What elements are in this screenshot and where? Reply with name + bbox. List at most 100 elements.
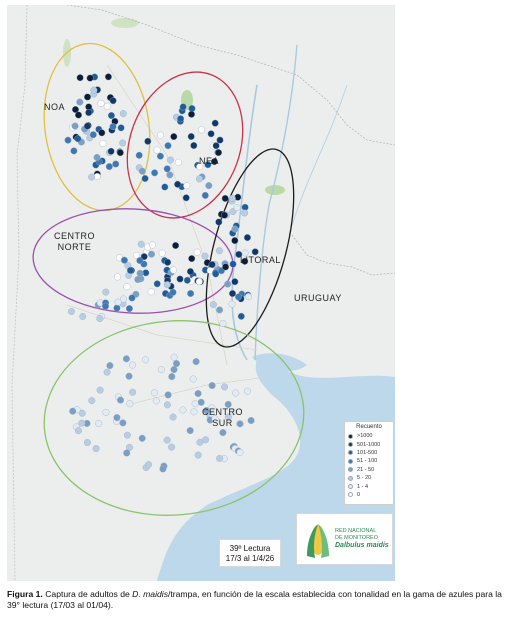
trap-point bbox=[96, 386, 104, 394]
trap-point bbox=[138, 167, 146, 175]
trap-point bbox=[114, 298, 122, 306]
trap-point bbox=[83, 93, 91, 101]
trap-point bbox=[179, 103, 187, 111]
trap-point bbox=[99, 139, 107, 147]
trap-point bbox=[76, 74, 84, 82]
trap-point bbox=[228, 290, 236, 298]
trap-point bbox=[119, 110, 127, 118]
logo-box: RED NACIONAL DE MONITOREO Dalbulus maidi… bbox=[296, 513, 393, 565]
legend-dot bbox=[348, 467, 353, 473]
trap-point bbox=[207, 130, 215, 138]
trap-point bbox=[197, 398, 205, 406]
trap-point bbox=[152, 397, 160, 405]
trap-point bbox=[117, 124, 125, 132]
legend-item: 21 - 50 bbox=[348, 466, 390, 474]
trap-point bbox=[128, 361, 136, 369]
trap-point bbox=[168, 443, 176, 451]
trap-point bbox=[243, 387, 251, 395]
legend-item: 101-500 bbox=[348, 449, 390, 457]
trap-point bbox=[215, 218, 223, 226]
trap-point bbox=[106, 362, 114, 370]
trap-point bbox=[119, 419, 127, 427]
green-area bbox=[111, 18, 139, 28]
trap-point bbox=[147, 250, 155, 258]
legend-label: 0 bbox=[357, 491, 361, 498]
legend-dot bbox=[348, 475, 353, 481]
trap-point bbox=[188, 255, 196, 263]
legend-label: 51 - 100 bbox=[357, 458, 378, 465]
region-label-litoral: LITORAL bbox=[240, 255, 281, 265]
trap-point bbox=[188, 104, 196, 112]
trap-point bbox=[172, 360, 180, 368]
trap-point bbox=[192, 358, 200, 366]
trap-point bbox=[243, 234, 251, 242]
trap-point bbox=[195, 175, 203, 183]
trap-point bbox=[182, 194, 190, 202]
legend-label: 21 - 50 bbox=[357, 466, 375, 473]
legend-dot bbox=[348, 484, 353, 490]
trap-point bbox=[244, 293, 252, 301]
trap-point bbox=[222, 263, 230, 271]
legend-dot bbox=[348, 492, 353, 498]
trap-point bbox=[166, 156, 174, 164]
legend-item: 51 - 100 bbox=[348, 457, 390, 465]
trap-point bbox=[201, 252, 209, 260]
legend-dot bbox=[348, 433, 353, 439]
trap-point bbox=[186, 427, 194, 435]
trap-point bbox=[96, 315, 104, 323]
trap-point bbox=[224, 280, 232, 288]
trap-point bbox=[129, 388, 137, 396]
trap-point bbox=[102, 288, 110, 296]
trap-point bbox=[86, 74, 94, 82]
trap-point bbox=[123, 431, 131, 439]
trap-point bbox=[220, 383, 228, 391]
trap-point bbox=[144, 461, 152, 469]
trap-point bbox=[191, 400, 199, 408]
trap-point bbox=[220, 211, 228, 219]
trap-point bbox=[166, 171, 174, 179]
trap-point bbox=[71, 122, 79, 130]
caption-figure-number: Figura 1. bbox=[7, 589, 43, 599]
trap-point bbox=[153, 146, 161, 154]
legend-dot bbox=[348, 450, 353, 456]
trap-point bbox=[109, 97, 117, 105]
trap-point bbox=[79, 312, 87, 320]
trap-point bbox=[95, 420, 103, 428]
trap-point bbox=[163, 165, 171, 173]
logo-species: Dalbulus maidis bbox=[335, 542, 389, 549]
trap-point bbox=[141, 356, 149, 364]
reading-dates: 17/3 al 1/4/26 bbox=[225, 554, 275, 563]
trap-point bbox=[208, 382, 216, 390]
reading-title: 39º Lectura bbox=[229, 544, 271, 553]
trap-point bbox=[183, 182, 191, 190]
region-label-uruguay: URUGUAY bbox=[294, 293, 342, 303]
trap-point bbox=[219, 320, 227, 328]
trap-point bbox=[150, 389, 158, 397]
trap-point bbox=[120, 256, 128, 264]
trap-point bbox=[144, 137, 152, 145]
trap-point bbox=[93, 153, 101, 161]
logo-line-2: DE MONITOREO bbox=[335, 535, 378, 541]
trap-point bbox=[211, 119, 219, 127]
trap-point bbox=[174, 158, 182, 166]
trap-point bbox=[214, 149, 222, 157]
trap-point bbox=[107, 147, 115, 155]
trap-point bbox=[212, 270, 220, 278]
trap-point bbox=[231, 278, 239, 286]
trap-point bbox=[232, 389, 240, 397]
trap-point bbox=[174, 180, 182, 188]
trap-point bbox=[123, 283, 131, 291]
reading-box: 39º Lectura 17/3 al 1/4/26 bbox=[219, 539, 281, 567]
legend-item: 501-1000 bbox=[348, 440, 390, 448]
trap-point bbox=[88, 397, 96, 405]
trap-point bbox=[161, 183, 169, 191]
trap-point bbox=[103, 102, 111, 110]
trap-point bbox=[78, 419, 86, 427]
trap-point bbox=[201, 191, 209, 199]
trap-point bbox=[74, 135, 82, 143]
trap-point bbox=[164, 142, 172, 150]
trap-point bbox=[105, 163, 113, 171]
trap-point bbox=[169, 413, 177, 421]
trap-point bbox=[190, 408, 198, 416]
trap-point bbox=[147, 288, 155, 296]
